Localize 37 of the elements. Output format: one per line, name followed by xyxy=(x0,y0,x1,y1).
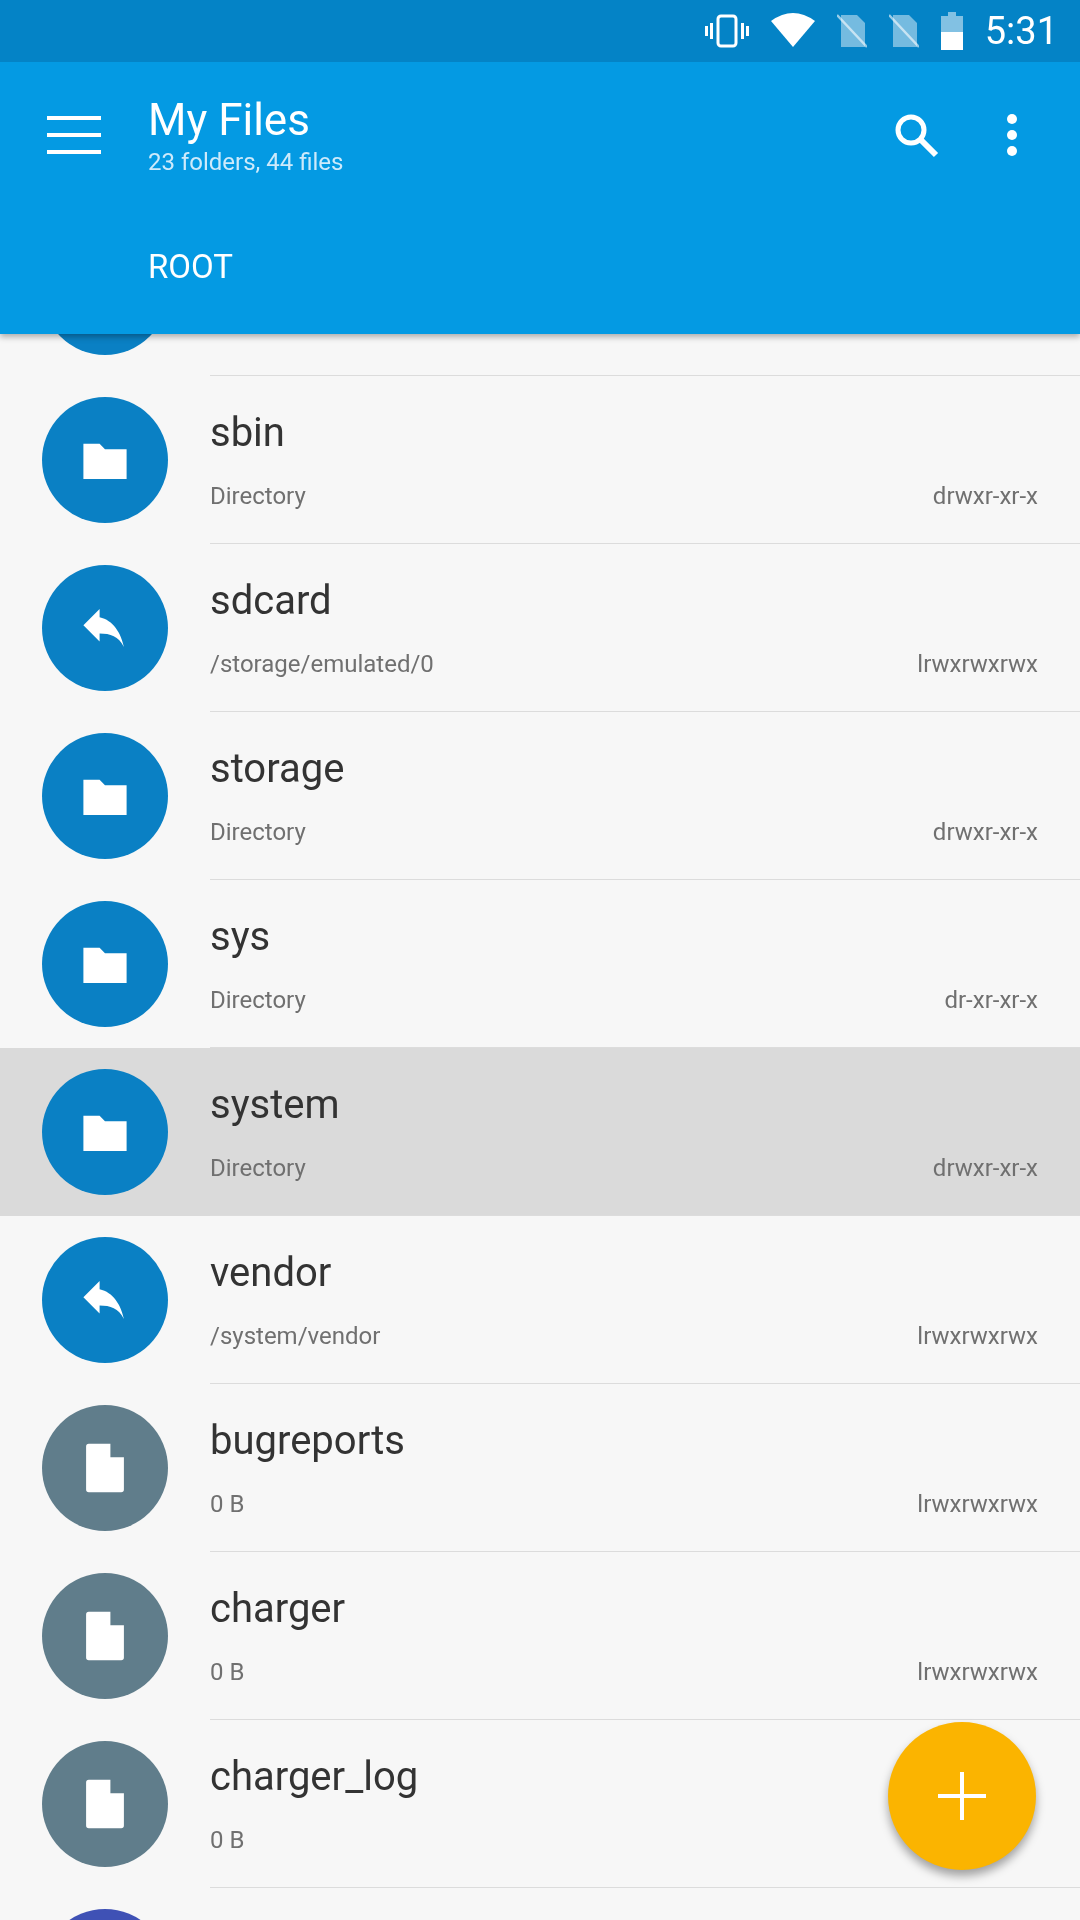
file-name: bugreports xyxy=(210,1417,405,1464)
file-row[interactable]: sdcard /storage/emulated/0 lrwxrwxrwx xyxy=(0,544,1080,712)
file-name: sys xyxy=(210,913,271,960)
folder-count: 23 folders, 44 files xyxy=(148,147,345,176)
file-row[interactable]: charger 0 B lrwxrwxrwx xyxy=(0,1552,1080,1720)
file-row[interactable]: vendor /system/vendor lrwxrwxrwx xyxy=(0,1216,1080,1384)
file-detail: 0 B xyxy=(210,1490,245,1518)
file-detail: Directory xyxy=(210,818,306,846)
file-detail: 0 B xyxy=(210,1658,245,1686)
file-detail: Directory xyxy=(210,1154,306,1182)
file-permissions: lrwxrwxrwx xyxy=(917,650,1038,678)
file-row[interactable]: bugreports 0 B lrwxrwxrwx xyxy=(0,1384,1080,1552)
file-permissions: lrwxrwxrwx xyxy=(917,1490,1038,1518)
file-name: sbin xyxy=(210,409,285,456)
file-permissions: lrwxrwxrwx xyxy=(917,1658,1038,1686)
file-detail: Directory xyxy=(210,986,306,1014)
file-permissions: lrwxrwxrwx xyxy=(917,1322,1038,1350)
file-name: charger_log xyxy=(210,1753,419,1800)
file-row[interactable]: sbin Directory drwxr-xr-x xyxy=(0,376,1080,544)
file-detail: Directory xyxy=(210,482,306,510)
file-name: sdcard xyxy=(210,577,332,624)
file-detail: 0 B xyxy=(210,1826,245,1854)
file-permissions: dr-xr-xr-x xyxy=(944,986,1038,1014)
file-row[interactable]: sys Directory dr-xr-xr-x xyxy=(0,880,1080,1048)
file-detail: /system/vendor xyxy=(210,1322,381,1350)
file-name: system xyxy=(210,1081,340,1128)
file-row[interactable]: system Directory drwxr-xr-x xyxy=(0,1048,1080,1216)
file-permissions: drwxr-xr-x xyxy=(932,818,1038,846)
file-row[interactable]: storage Directory drwxr-xr-x xyxy=(0,712,1080,880)
file-name: vendor xyxy=(210,1249,332,1296)
file-detail: /storage/emulated/0 xyxy=(210,650,434,678)
file-permissions: drwxr-xr-x xyxy=(932,1154,1038,1182)
status-time: 5:31 xyxy=(984,9,1058,53)
file-permissions: drwxr-xr-x xyxy=(932,482,1038,510)
app-title: My Files xyxy=(148,93,311,146)
file-name: storage xyxy=(210,745,345,792)
file-name: charger xyxy=(210,1585,346,1632)
